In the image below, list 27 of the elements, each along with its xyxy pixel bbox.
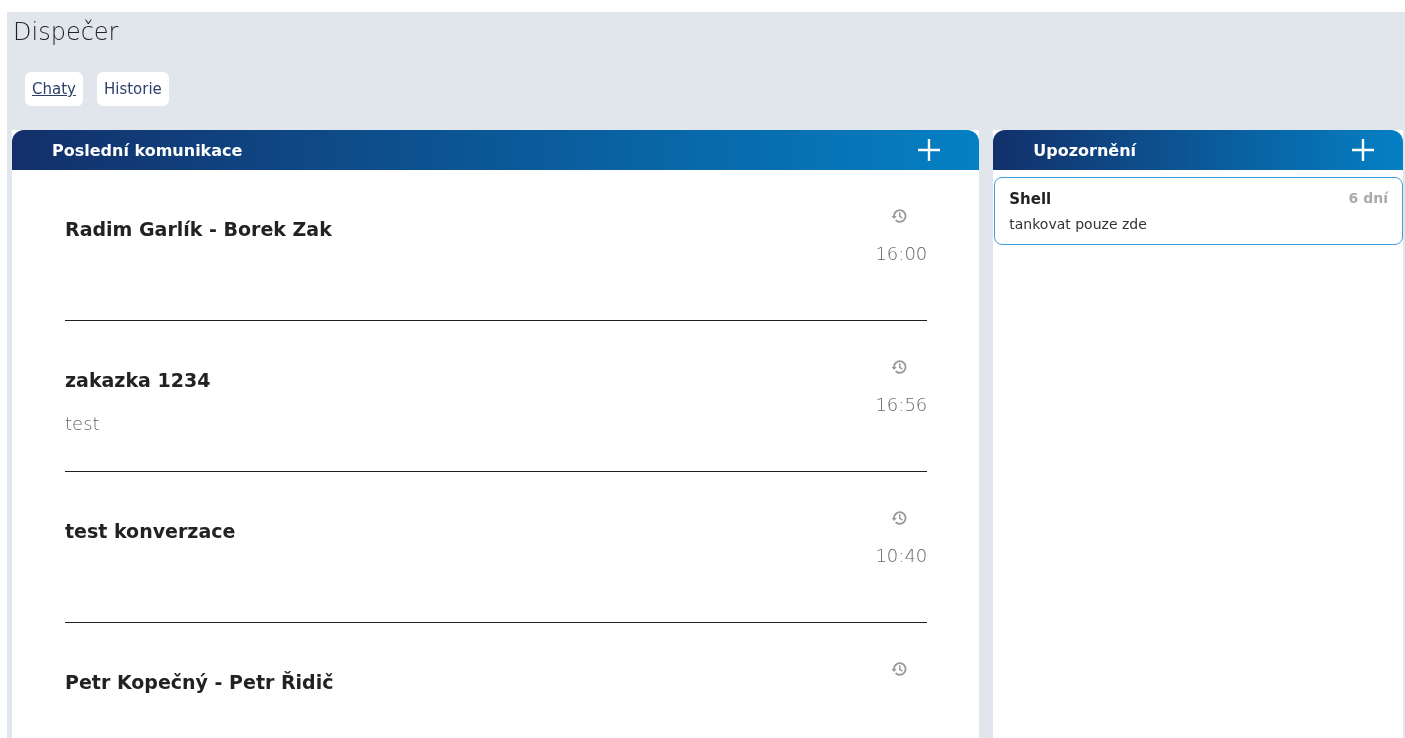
notice-text: tankovat pouze zde bbox=[1009, 216, 1148, 232]
history-icon[interactable] bbox=[890, 207, 909, 225]
notice-age: 6 dní bbox=[1348, 190, 1388, 208]
notice-card[interactable]: Shell 6 dní tankovat pouze zde bbox=[994, 177, 1403, 245]
conversation-time: 16:56 bbox=[875, 394, 928, 415]
plus-icon[interactable] bbox=[1351, 138, 1375, 162]
panel-title: Poslední komunikace bbox=[52, 140, 243, 160]
conversation-item[interactable]: test konverzace 10:40 bbox=[65, 472, 928, 623]
conversation-title: Radim Garlík - Borek Zak bbox=[65, 218, 333, 240]
notice-title: Shell bbox=[1009, 190, 1053, 208]
conversation-item[interactable]: zakazka 1234 test 16:56 bbox=[65, 321, 928, 472]
conversation-time: 10:40 bbox=[875, 545, 928, 566]
conversation-time: 16:00 bbox=[875, 243, 928, 264]
conversation-title: zakazka 1234 bbox=[65, 369, 212, 391]
history-icon[interactable] bbox=[890, 660, 909, 678]
conversation-item[interactable]: Radim Garlík - Borek Zak 16:00 bbox=[65, 170, 928, 321]
history-icon[interactable] bbox=[890, 509, 909, 527]
plus-icon[interactable] bbox=[917, 138, 942, 162]
history-icon[interactable] bbox=[890, 358, 909, 376]
page-title: Dispečer bbox=[12, 17, 120, 48]
tab[interactable]: Historie bbox=[96, 72, 169, 106]
tab[interactable]: Chaty bbox=[25, 72, 83, 106]
conversation-title: test konverzace bbox=[65, 520, 237, 542]
message-preview: test bbox=[65, 413, 101, 434]
conversation-item[interactable]: Petr Kopečný - Petr Řidič bbox=[65, 623, 928, 738]
panel-title: Upozornění bbox=[1033, 140, 1137, 160]
conversation-title: Petr Kopečný - Petr Řidič bbox=[65, 671, 335, 693]
